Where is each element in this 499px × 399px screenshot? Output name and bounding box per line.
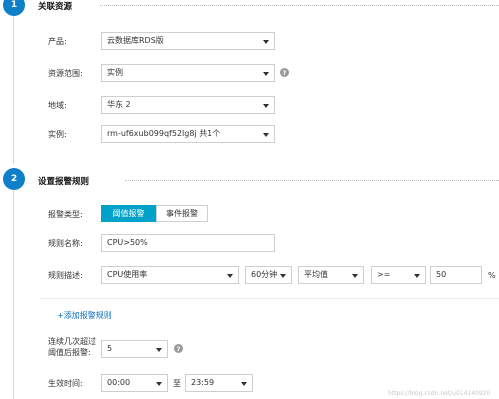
threshold-value: 50 xyxy=(436,270,447,279)
threshold-alarm-button[interactable]: 阈值报警 xyxy=(101,205,156,222)
statistic-select[interactable]: 平均值 xyxy=(298,266,364,284)
chevron-down-icon xyxy=(263,72,269,76)
effective-start-select[interactable]: 00:00 xyxy=(101,374,168,392)
time-range-separator: 至 xyxy=(173,379,181,388)
chevron-down-icon xyxy=(263,133,269,137)
watermark-text: https://blog.csdn.net/u014140920 xyxy=(388,390,491,397)
metric-select-value: CPU使用率 xyxy=(107,270,148,279)
chevron-down-icon xyxy=(414,274,420,278)
statistic-select-value: 平均值 xyxy=(304,270,328,279)
chevron-down-icon xyxy=(156,382,162,386)
chevron-down-icon xyxy=(227,274,233,278)
threshold-unit: % xyxy=(488,271,496,280)
instance-select-value: rm-uf6xub099qf52lg8j 共1个 xyxy=(107,129,221,138)
instance-label: 实例: xyxy=(48,130,67,139)
threshold-input[interactable]: 50 xyxy=(430,266,482,284)
chevron-down-icon xyxy=(352,274,358,278)
chevron-down-icon xyxy=(241,382,247,386)
rule-divider xyxy=(40,298,499,299)
period-select[interactable]: 60分钟 xyxy=(245,266,292,284)
chevron-down-icon xyxy=(156,348,162,352)
chevron-down-icon xyxy=(263,40,269,44)
period-select-value: 60分钟 xyxy=(251,270,278,279)
trigger-count-label-line1: 连续几次超过 xyxy=(48,337,96,346)
rule-name-input[interactable]: CPU>50% xyxy=(101,234,275,252)
operator-select-value: >= xyxy=(377,270,391,279)
alarm-type-label: 报警类型: xyxy=(48,210,83,219)
add-alarm-rule-link[interactable]: +添加报警规则 xyxy=(57,310,112,321)
section-2-divider xyxy=(125,180,499,181)
rule-desc-label: 规则描述: xyxy=(48,271,83,280)
section-1-divider xyxy=(100,5,499,6)
effective-start-value: 00:00 xyxy=(107,378,131,387)
scope-select-value: 实例 xyxy=(107,68,123,77)
chevron-down-icon xyxy=(280,274,286,278)
instance-select[interactable]: rm-uf6xub099qf52lg8j 共1个 xyxy=(101,125,275,143)
section-1-title: 关联资源 xyxy=(38,2,73,12)
trigger-count-select[interactable]: 5 xyxy=(101,340,168,358)
region-select[interactable]: 华东 2 xyxy=(101,96,275,114)
step-2-badge: 2 xyxy=(3,168,25,190)
event-alarm-button[interactable]: 事件报警 xyxy=(156,205,208,222)
step-connector-line xyxy=(13,14,14,164)
trigger-count-label-line2: 阈值后报警: xyxy=(48,348,91,357)
region-label: 地域: xyxy=(48,101,67,110)
effective-end-select[interactable]: 23:59 xyxy=(185,374,253,392)
section-2-title: 设置报警规则 xyxy=(38,177,90,187)
rule-name-value: CPU>50% xyxy=(107,238,148,247)
metric-select[interactable]: CPU使用率 xyxy=(101,266,239,284)
help-icon[interactable]: ? xyxy=(174,344,183,353)
rule-name-label: 规则名称: xyxy=(48,239,83,248)
trigger-count-value: 5 xyxy=(107,344,113,353)
effective-end-value: 23:59 xyxy=(191,378,215,387)
scope-label: 资源范围: xyxy=(48,69,83,78)
product-select[interactable]: 云数据库RDS版 xyxy=(101,32,275,50)
product-select-value: 云数据库RDS版 xyxy=(107,36,164,45)
help-icon[interactable]: ? xyxy=(280,68,289,77)
step-connector-line xyxy=(13,190,14,399)
scope-select[interactable]: 实例 xyxy=(101,64,275,82)
chevron-down-icon xyxy=(263,104,269,108)
operator-select[interactable]: >= xyxy=(371,266,426,284)
step-1-badge: 1 xyxy=(3,0,25,16)
region-select-value: 华东 2 xyxy=(107,100,131,109)
effective-time-label: 生效时间: xyxy=(48,379,83,388)
product-label: 产品: xyxy=(48,37,67,46)
